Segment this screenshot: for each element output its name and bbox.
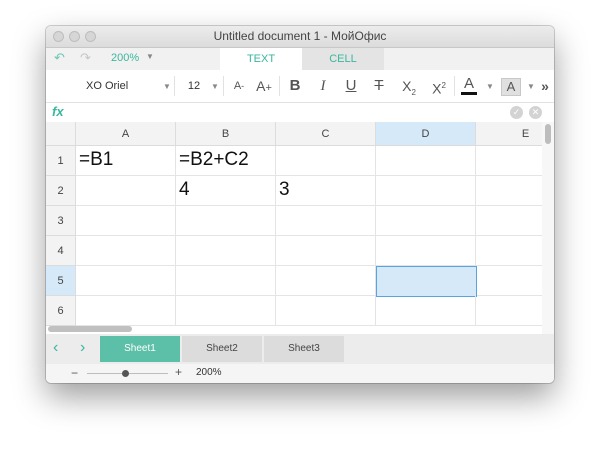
cell-c5[interactable] xyxy=(276,266,376,296)
strikethrough-button[interactable]: T xyxy=(368,70,390,102)
cell-a6[interactable] xyxy=(76,296,176,326)
row-header[interactable]: 2 xyxy=(46,176,76,206)
row-header[interactable]: 4 xyxy=(46,236,76,266)
chevron-down-icon[interactable]: ▼ xyxy=(486,82,494,91)
cell-d1[interactable] xyxy=(376,146,476,176)
more-tools-button[interactable]: » xyxy=(537,70,553,102)
italic-button[interactable]: I xyxy=(312,70,334,102)
cell-d4[interactable] xyxy=(376,236,476,266)
column-header[interactable]: C xyxy=(276,122,376,146)
vertical-scrollbar[interactable] xyxy=(542,122,554,346)
column-header[interactable]: D xyxy=(376,122,476,146)
cell-a3[interactable] xyxy=(76,206,176,236)
cell-d6[interactable] xyxy=(376,296,476,326)
fx-label: fx xyxy=(52,104,64,119)
row-header[interactable]: 5 xyxy=(46,266,76,296)
cell-c3[interactable] xyxy=(276,206,376,236)
column-header[interactable]: A xyxy=(76,122,176,146)
select-all-corner[interactable] xyxy=(46,122,76,146)
cell-b2[interactable]: 4 xyxy=(176,176,276,206)
cell-b6[interactable] xyxy=(176,296,276,326)
chevron-left-icon[interactable]: ‹ xyxy=(53,339,58,357)
bold-button[interactable]: B xyxy=(284,70,306,102)
zoom-slider-handle[interactable] xyxy=(122,370,129,377)
zoom-level: 200% xyxy=(196,367,222,378)
cell-b3[interactable] xyxy=(176,206,276,236)
font-name-select[interactable]: XO Oriel xyxy=(56,70,166,102)
cell-a2[interactable] xyxy=(76,176,176,206)
cell-a5[interactable] xyxy=(76,266,176,296)
sheet-tab-sheet1[interactable]: Sheet1 xyxy=(100,336,180,362)
window-title: Untitled document 1 - МойОфис xyxy=(213,29,387,43)
app-window: Untitled document 1 - МойОфис ↶ ↷ 200% ▼… xyxy=(46,26,554,383)
divider xyxy=(223,76,224,96)
row-header[interactable]: 1 xyxy=(46,146,76,176)
divider xyxy=(174,76,175,96)
chevron-down-icon[interactable]: ▼ xyxy=(146,52,154,61)
divider xyxy=(454,76,455,96)
chevron-right-icon[interactable]: › xyxy=(80,339,85,357)
formatting-toolbar: XO Oriel ▼ 12 ▼ A- A+ B I U T X2 X2 A ▼ … xyxy=(46,70,554,103)
row-header[interactable]: 3 xyxy=(46,206,76,236)
spreadsheet-grid: A B C D E 1 2 3 4 5 6 =B1 =B2+C2 4 3 xyxy=(46,122,542,346)
sheet-tab-sheet3[interactable]: Sheet3 xyxy=(264,336,344,362)
tab-text[interactable]: TEXT xyxy=(220,48,302,70)
scroll-thumb[interactable] xyxy=(48,326,132,332)
divider xyxy=(279,76,280,96)
cell-a4[interactable] xyxy=(76,236,176,266)
chevron-down-icon[interactable]: ▼ xyxy=(211,82,219,91)
increase-font-button[interactable]: A+ xyxy=(252,70,276,102)
cell-c6[interactable] xyxy=(276,296,376,326)
redo-icon[interactable]: ↷ xyxy=(80,50,91,66)
superscript-mark: 2 xyxy=(441,81,446,90)
tab-cell[interactable]: CELL xyxy=(302,48,384,70)
cell-c2[interactable]: 3 xyxy=(276,176,376,206)
cell-e4[interactable] xyxy=(476,236,542,266)
cell-c4[interactable] xyxy=(276,236,376,266)
sheet-tab-sheet2[interactable]: Sheet2 xyxy=(182,336,262,362)
font-color-swatch xyxy=(461,92,477,95)
font-color-icon: A xyxy=(463,75,474,92)
cell-d5-selected[interactable] xyxy=(376,266,477,297)
decrease-font-button[interactable]: A- xyxy=(228,70,250,102)
cell-b4[interactable] xyxy=(176,236,276,266)
zoom-in-button[interactable]: + xyxy=(175,365,182,379)
underline-button[interactable]: U xyxy=(340,70,362,102)
font-size-select[interactable]: 12 xyxy=(182,70,206,102)
cell-b1[interactable]: =B2+C2 xyxy=(176,146,276,176)
cell-e3[interactable] xyxy=(476,206,542,236)
top-row: ↶ ↷ 200% ▼ TEXT CELL xyxy=(46,48,554,70)
title-bar: Untitled document 1 - МойОфис xyxy=(46,26,554,48)
cell-e2[interactable] xyxy=(476,176,542,206)
cell-c1[interactable] xyxy=(276,146,376,176)
cell-d3[interactable] xyxy=(376,206,476,236)
check-icon[interactable]: ✓ xyxy=(510,106,523,119)
scroll-thumb[interactable] xyxy=(545,124,551,144)
subscript-mark: 2 xyxy=(411,87,416,97)
close-icon[interactable]: ✕ xyxy=(529,106,542,119)
cell-e5[interactable] xyxy=(476,266,542,296)
chevron-down-icon[interactable]: ▼ xyxy=(527,82,535,91)
sheet-tab-bar: ‹ › Sheet1 Sheet2 Sheet3 xyxy=(46,334,554,364)
cell-e6[interactable] xyxy=(476,296,542,326)
chevron-down-icon[interactable]: ▼ xyxy=(163,82,171,91)
column-header[interactable]: B xyxy=(176,122,276,146)
zoom-dropdown[interactable]: 200% xyxy=(111,52,139,64)
superscript-button[interactable]: X2 xyxy=(426,70,452,102)
font-color-button[interactable]: A xyxy=(458,70,480,102)
cell-e1[interactable] xyxy=(476,146,542,176)
zoom-out-button[interactable]: − xyxy=(71,366,78,380)
status-bar: − + 200% xyxy=(46,364,554,383)
cell-b5[interactable] xyxy=(176,266,276,296)
cell-d2[interactable] xyxy=(376,176,476,206)
highlight-button[interactable]: A xyxy=(501,78,521,96)
formula-input[interactable] xyxy=(74,103,504,122)
formula-bar: fx ✓ ✕ xyxy=(46,103,554,123)
cell-a1[interactable]: =B1 xyxy=(76,146,176,176)
column-header[interactable]: E xyxy=(476,122,542,146)
undo-icon[interactable]: ↶ xyxy=(54,50,65,66)
row-header[interactable]: 6 xyxy=(46,296,76,326)
subscript-button[interactable]: X2 xyxy=(396,70,422,102)
horizontal-scrollbar[interactable] xyxy=(46,324,542,334)
